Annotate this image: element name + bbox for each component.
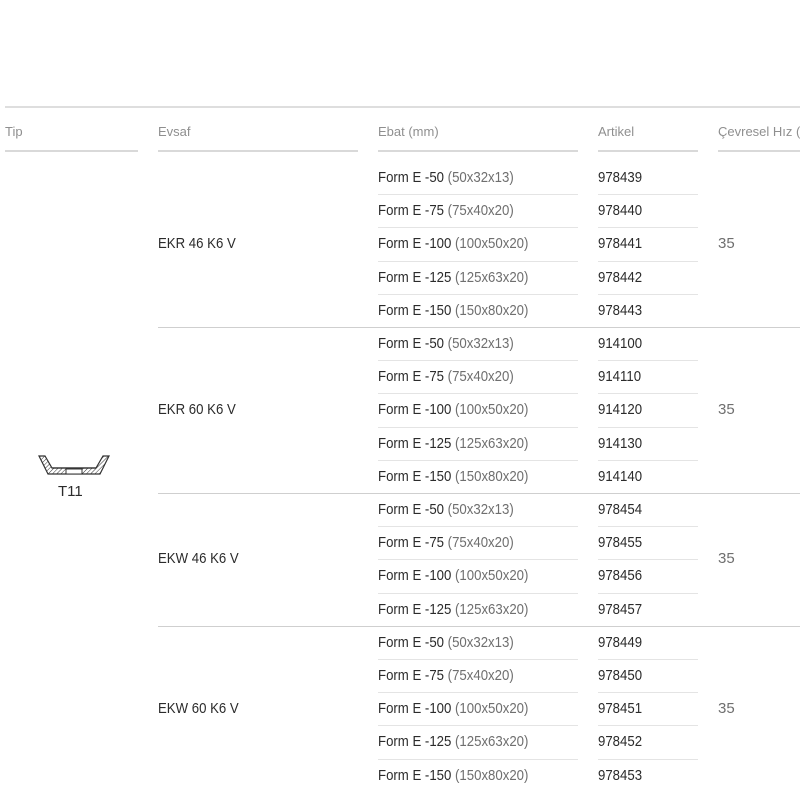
- form-cell: Form E -150 (150x80x20): [378, 759, 528, 792]
- form-name: Form E -100: [378, 235, 456, 252]
- type-label: T11: [58, 483, 83, 500]
- artikel-cell: 978443: [598, 302, 643, 319]
- form-dimensions: (125x63x20): [455, 601, 529, 618]
- header-underline-hiz: [718, 150, 800, 152]
- form-dimensions: (50x32x13): [447, 335, 514, 352]
- form-name: Form E -125: [378, 269, 456, 286]
- form-cell: Form E -50 (50x32x13): [378, 493, 514, 526]
- artikel-cell: 978455: [598, 534, 643, 551]
- form-name: Form E -150: [378, 468, 456, 485]
- form-name: Form E -75: [378, 534, 448, 551]
- header-cevresel-hiz: Çevresel Hız (: [718, 124, 800, 139]
- form-name: Form E -125: [378, 435, 456, 452]
- form-dimensions: (125x63x20): [455, 269, 529, 286]
- form-dimensions: (75x40x20): [447, 534, 514, 551]
- form-dimensions: (75x40x20): [447, 368, 514, 385]
- table-top-rule: [5, 106, 800, 108]
- artikel-cell: 914130: [598, 435, 643, 452]
- header-artikel: Artikel: [598, 124, 635, 139]
- artikel-cell: 978452: [598, 733, 643, 750]
- form-cell: Form E -75 (75x40x20): [378, 659, 514, 692]
- form-name: Form E -50: [378, 335, 448, 352]
- artikel-cell: 914140: [598, 468, 643, 485]
- form-name: Form E -50: [378, 634, 448, 651]
- form-dimensions: (100x50x20): [455, 401, 529, 418]
- form-name: Form E -75: [378, 368, 448, 385]
- header-evsaf: Evsaf: [158, 124, 191, 139]
- form-name: Form E -100: [378, 700, 456, 717]
- evsaf-label: EKW 46 K6 V: [158, 550, 239, 567]
- header-underline-evsaf: [158, 150, 358, 152]
- form-dimensions: (100x50x20): [455, 235, 529, 252]
- form-dimensions: (150x80x20): [455, 468, 529, 485]
- form-dimensions: (75x40x20): [447, 202, 514, 219]
- speed-label: 35: [718, 550, 735, 567]
- form-name: Form E -150: [378, 767, 456, 784]
- header-underline-ebat: [378, 150, 578, 152]
- form-dimensions: (50x32x13): [447, 501, 514, 518]
- evsaf-label: EKR 46 K6 V: [158, 235, 236, 252]
- form-cell: Form E -100 (100x50x20): [378, 559, 528, 592]
- header-underline-tip: [5, 150, 138, 152]
- artikel-cell: 978456: [598, 567, 643, 584]
- form-cell: Form E -150 (150x80x20): [378, 460, 528, 493]
- form-cell: Form E -100 (100x50x20): [378, 393, 528, 426]
- form-cell: Form E -75 (75x40x20): [378, 526, 514, 559]
- form-dimensions: (125x63x20): [455, 435, 529, 452]
- artikel-cell: 978457: [598, 601, 643, 618]
- form-cell: Form E -100 (100x50x20): [378, 692, 528, 725]
- form-dimensions: (150x80x20): [455, 767, 529, 784]
- cup-wheel-icon: [38, 455, 110, 475]
- form-cell: Form E -75 (75x40x20): [378, 360, 514, 393]
- form-dimensions: (100x50x20): [455, 700, 529, 717]
- artikel-cell: 978450: [598, 667, 643, 684]
- form-name: Form E -50: [378, 169, 448, 186]
- artikel-cell: 914110: [598, 368, 642, 385]
- header-underline-artikel: [598, 150, 698, 152]
- form-name: Form E -125: [378, 601, 456, 618]
- form-cell: Form E -125 (125x63x20): [378, 725, 528, 758]
- artikel-cell: 914120: [598, 401, 643, 418]
- artikel-cell: 914100: [598, 335, 643, 352]
- form-dimensions: (50x32x13): [447, 634, 514, 651]
- form-dimensions: (125x63x20): [455, 733, 529, 750]
- form-name: Form E -100: [378, 401, 456, 418]
- form-name: Form E -75: [378, 202, 448, 219]
- form-cell: Form E -125 (125x63x20): [378, 261, 528, 294]
- artikel-cell: 978453: [598, 767, 643, 784]
- speed-label: 35: [718, 700, 735, 717]
- artikel-cell: 978449: [598, 634, 643, 651]
- form-name: Form E -125: [378, 733, 456, 750]
- form-name: Form E -75: [378, 667, 448, 684]
- artikel-cell: 978442: [598, 269, 643, 286]
- form-name: Form E -150: [378, 302, 456, 319]
- artikel-cell: 978451: [598, 700, 643, 717]
- form-cell: Form E -100 (100x50x20): [378, 227, 528, 260]
- form-name: Form E -100: [378, 567, 456, 584]
- form-cell: Form E -125 (125x63x20): [378, 427, 528, 460]
- artikel-cell: 978439: [598, 169, 643, 186]
- form-dimensions: (50x32x13): [447, 169, 514, 186]
- form-name: Form E -50: [378, 501, 448, 518]
- evsaf-label: EKW 60 K6 V: [158, 700, 239, 717]
- header-ebat: Ebat (mm): [378, 124, 439, 139]
- artikel-cell: 978441: [598, 235, 643, 252]
- form-cell: Form E -50 (50x32x13): [378, 626, 514, 659]
- form-dimensions: (75x40x20): [447, 667, 514, 684]
- speed-label: 35: [718, 401, 735, 418]
- form-cell: Form E -125 (125x63x20): [378, 593, 528, 626]
- form-cell: Form E -150 (150x80x20): [378, 294, 528, 327]
- artikel-cell: 978454: [598, 501, 643, 518]
- header-tip: Tip: [5, 124, 23, 139]
- form-cell: Form E -50 (50x32x13): [378, 327, 514, 360]
- evsaf-label: EKR 60 K6 V: [158, 401, 236, 418]
- form-cell: Form E -50 (50x32x13): [378, 161, 514, 194]
- form-cell: Form E -75 (75x40x20): [378, 194, 514, 227]
- form-dimensions: (150x80x20): [455, 302, 529, 319]
- speed-label: 35: [718, 235, 735, 252]
- form-dimensions: (100x50x20): [455, 567, 529, 584]
- artikel-cell: 978440: [598, 202, 643, 219]
